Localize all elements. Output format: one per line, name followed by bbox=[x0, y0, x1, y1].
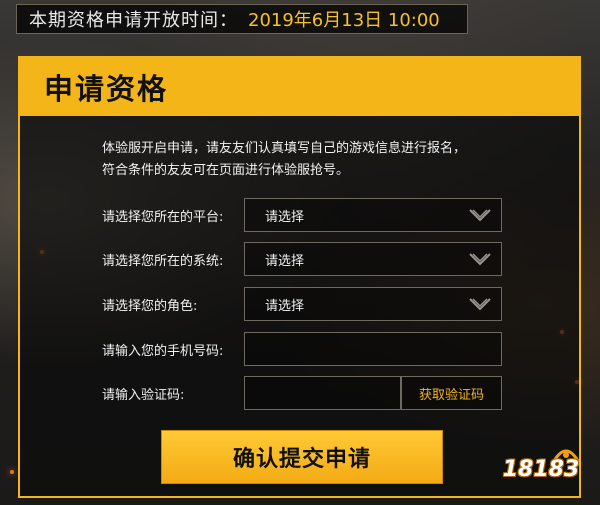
panel-title: 申请资格 bbox=[44, 72, 169, 106]
system-row: 请选择您所在的系统: 请选择 bbox=[20, 242, 579, 276]
platform-row: 请选择您所在的平台: 请选择 bbox=[20, 198, 579, 232]
platform-select-value: 请选择 bbox=[265, 209, 305, 225]
watermark-text: 18183 bbox=[502, 457, 580, 482]
time-value: 2019年6月13日 10:00 bbox=[248, 10, 440, 31]
intro-line: 符合条件的友友可在页面进行体验服抢号。 bbox=[102, 163, 350, 178]
get-code-button[interactable]: 获取验证码 bbox=[401, 376, 502, 410]
platform-select[interactable]: 请选择 bbox=[244, 198, 502, 232]
ember-decoration bbox=[10, 470, 14, 474]
intro-line: 体验服开启申请，请友友们认真填写自己的游戏信息进行报名， bbox=[102, 141, 467, 156]
application-panel: 申请资格 体验服开启申请，请友友们认真填写自己的游戏信息进行报名， 符合条件的友… bbox=[18, 56, 581, 498]
chevron-down-icon bbox=[469, 253, 491, 266]
role-select-value: 请选择 bbox=[265, 298, 305, 314]
submit-button[interactable]: 确认提交申请 bbox=[161, 430, 443, 484]
verification-code-input[interactable] bbox=[244, 376, 401, 410]
role-label: 请选择您的角色: bbox=[102, 299, 198, 314]
system-select-value: 请选择 bbox=[265, 253, 305, 269]
system-label: 请选择您所在的系统: bbox=[102, 254, 224, 269]
intro-text: 体验服开启申请，请友友们认真填写自己的游戏信息进行报名， 符合条件的友友可在页面… bbox=[102, 138, 466, 182]
watermark-logo: 18183 bbox=[498, 445, 584, 491]
code-label: 请输入验证码: bbox=[102, 388, 185, 403]
phone-input[interactable] bbox=[244, 332, 502, 366]
system-select[interactable]: 请选择 bbox=[244, 242, 502, 276]
chevron-down-icon bbox=[469, 209, 491, 222]
phone-label: 请输入您的手机号码: bbox=[102, 344, 224, 359]
role-row: 请选择您的角色: 请选择 bbox=[20, 287, 579, 321]
role-select[interactable]: 请选择 bbox=[244, 287, 502, 321]
platform-label: 请选择您所在的平台: bbox=[102, 210, 224, 225]
application-time-bar: 本期资格申请开放时间： 2019年6月13日 10:00 bbox=[16, 4, 468, 34]
panel-header: 申请资格 bbox=[20, 58, 579, 116]
code-row: 请输入验证码: 获取验证码 bbox=[20, 376, 579, 410]
time-label: 本期资格申请开放时间： bbox=[29, 10, 238, 31]
chevron-down-icon bbox=[469, 298, 491, 311]
phone-row: 请输入您的手机号码: bbox=[20, 332, 579, 366]
